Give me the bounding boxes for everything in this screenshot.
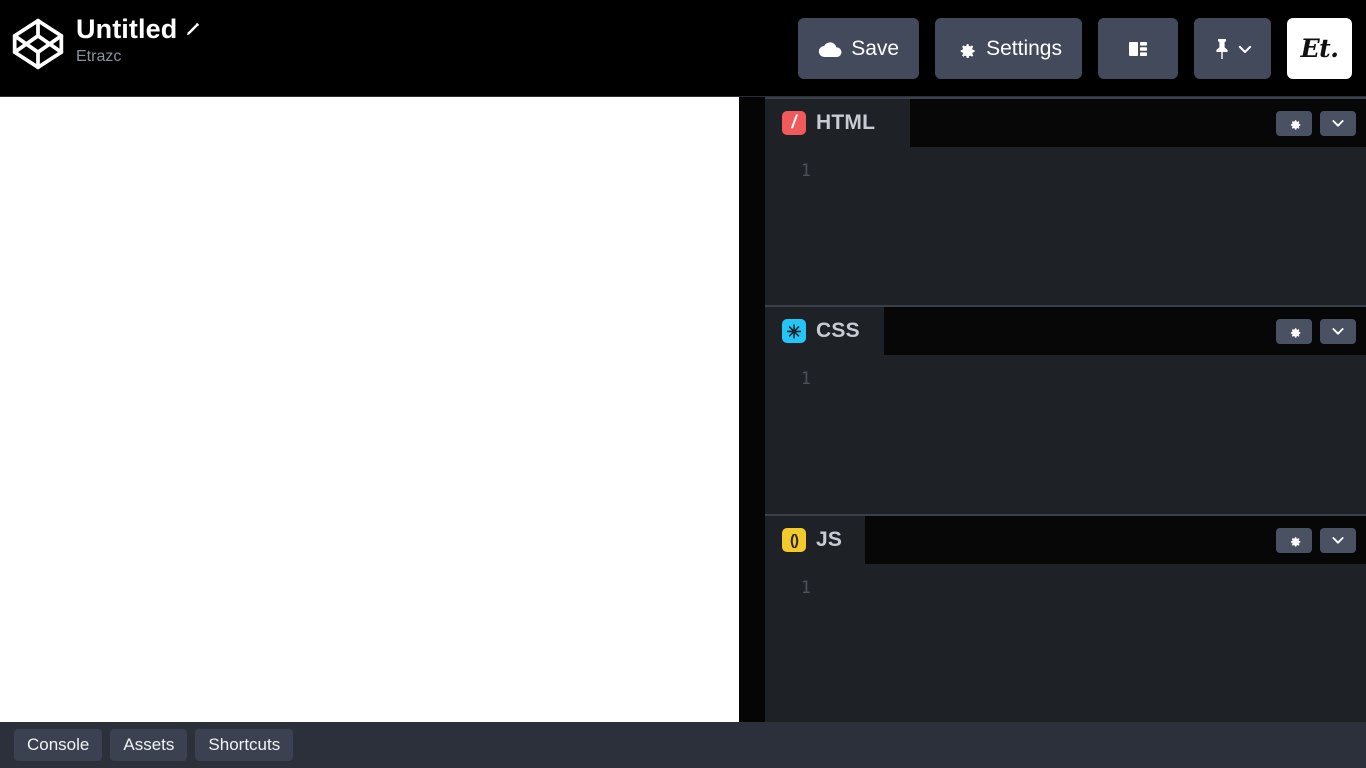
- panel-header-html: / HTML: [765, 99, 1366, 147]
- codepen-logo-icon[interactable]: [10, 12, 66, 72]
- gear-icon: [1287, 324, 1302, 339]
- html-collapse-button[interactable]: [1320, 110, 1356, 136]
- gear-icon: [1287, 116, 1302, 131]
- pen-meta: Untitled Etrazc: [76, 12, 201, 66]
- html-settings-button[interactable]: [1276, 110, 1312, 136]
- editor-panel-css: ✳ CSS 1: [765, 305, 1366, 514]
- chevron-down-icon: [1330, 115, 1346, 131]
- css-collapse-button[interactable]: [1320, 318, 1356, 344]
- tab-html-label: HTML: [816, 111, 876, 134]
- brand-area: Untitled Etrazc: [10, 12, 201, 72]
- line-number: 1: [800, 161, 811, 181]
- panel-actions-js: [1276, 516, 1356, 564]
- preview-resize-handle[interactable]: [739, 97, 765, 722]
- codepen-editor-app: Untitled Etrazc Save Settings Et. / HTML…: [0, 0, 1366, 768]
- gear-icon: [1287, 533, 1302, 548]
- pencil-icon[interactable]: [177, 21, 201, 37]
- code-input-css[interactable]: [821, 369, 1366, 514]
- html-slash-icon: /: [782, 111, 806, 135]
- line-number: 1: [800, 369, 811, 389]
- js-collapse-button[interactable]: [1320, 527, 1356, 553]
- tab-js-label: JS: [816, 528, 843, 551]
- page-title: Untitled: [76, 14, 178, 44]
- avatar[interactable]: Et.: [1287, 18, 1352, 79]
- editor-body-js[interactable]: 1: [765, 564, 1366, 722]
- css-asterisk-icon: ✳: [782, 319, 806, 343]
- js-badge-glyph: (): [790, 531, 799, 549]
- code-input-html[interactable]: [821, 161, 1366, 305]
- pen-title-row: Untitled: [76, 12, 201, 46]
- panel-header-js: () JS: [765, 516, 1366, 564]
- settings-button-label: Settings: [986, 36, 1062, 60]
- panel-actions-css: [1276, 307, 1356, 355]
- css-badge-glyph: ✳: [786, 322, 802, 342]
- tab-css-label: CSS: [816, 319, 860, 342]
- panel-actions-html: [1276, 99, 1356, 147]
- assets-button[interactable]: Assets: [110, 729, 188, 761]
- tab-css[interactable]: ✳ CSS: [765, 307, 884, 355]
- editor-body-html[interactable]: 1: [765, 147, 1366, 305]
- console-button[interactable]: Console: [14, 729, 103, 761]
- pin-dropdown-button[interactable]: [1194, 18, 1271, 79]
- editor-panel-html: / HTML 1: [765, 97, 1366, 305]
- chevron-down-icon: [1330, 532, 1346, 548]
- editor-column: / HTML 1 ✳ CSS 1 () JS 1: [765, 97, 1366, 722]
- chevron-down-icon: [1236, 40, 1254, 58]
- layout-columns-icon: [1125, 36, 1151, 62]
- pen-author[interactable]: Etrazc: [76, 48, 201, 66]
- footer-bar: Console Assets Shortcuts: [0, 722, 1366, 768]
- editor-body-css[interactable]: 1: [765, 355, 1366, 514]
- chevron-down-icon: [1330, 323, 1346, 339]
- code-input-js[interactable]: [821, 578, 1366, 722]
- tab-js[interactable]: () JS: [765, 516, 865, 564]
- editor-panel-js: () JS 1: [765, 514, 1366, 722]
- layout-toggle-button[interactable]: [1098, 18, 1178, 79]
- shortcuts-button[interactable]: Shortcuts: [195, 729, 294, 761]
- pin-icon: [1212, 37, 1232, 61]
- line-number: 1: [800, 578, 811, 598]
- preview-pane[interactable]: [0, 97, 739, 722]
- js-parens-icon: (): [782, 528, 806, 552]
- save-button[interactable]: Save: [798, 18, 920, 79]
- main-area: / HTML 1 ✳ CSS 1 () JS 1: [0, 97, 1366, 722]
- js-settings-button[interactable]: [1276, 527, 1312, 553]
- settings-button[interactable]: Settings: [935, 18, 1082, 79]
- html-badge-glyph: /: [791, 112, 797, 132]
- css-settings-button[interactable]: [1276, 318, 1312, 344]
- panel-header-css: ✳ CSS: [765, 307, 1366, 355]
- gear-icon: [955, 38, 977, 60]
- header-actions: Save Settings Et.: [798, 18, 1366, 79]
- tab-html[interactable]: / HTML: [765, 99, 910, 147]
- cloud-icon: [818, 40, 842, 58]
- app-header: Untitled Etrazc Save Settings Et.: [0, 0, 1366, 97]
- save-button-label: Save: [851, 36, 900, 60]
